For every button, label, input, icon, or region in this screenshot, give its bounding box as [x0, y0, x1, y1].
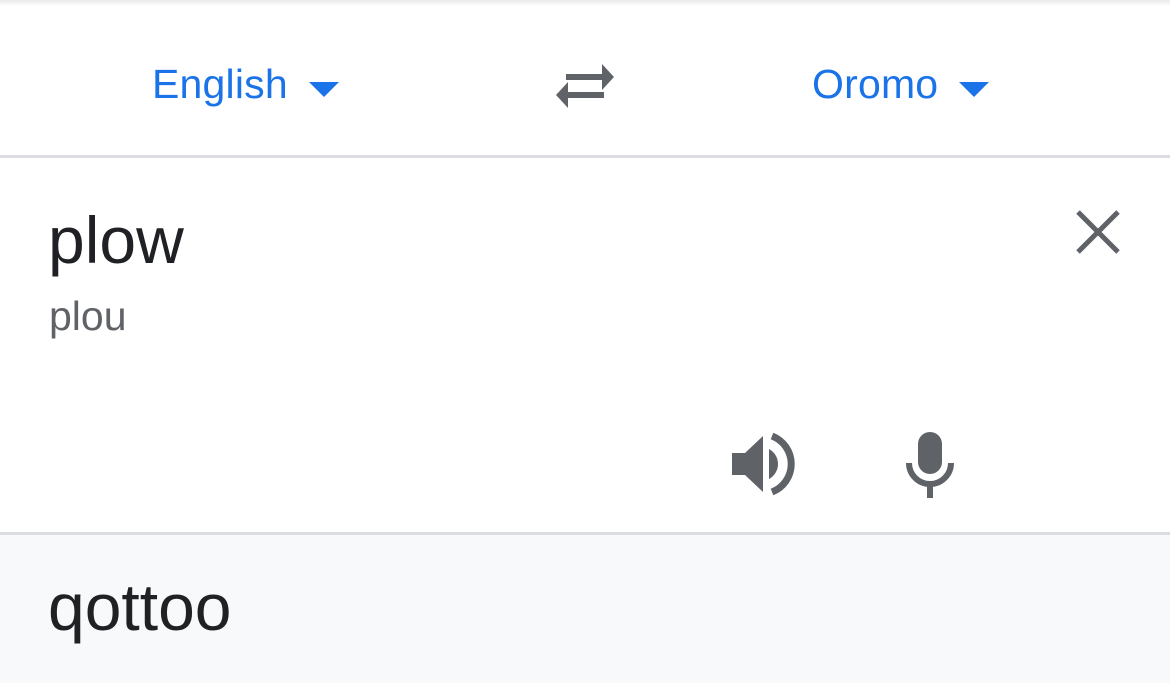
- swap-languages-button[interactable]: [552, 61, 618, 111]
- caret-down-icon: [959, 81, 990, 97]
- voice-input-button[interactable]: [903, 430, 957, 498]
- swap-arrows-icon: [556, 64, 614, 108]
- translation-result-area[interactable]: qottoo: [0, 535, 1170, 683]
- language-bar: English Oromo: [0, 6, 1170, 155]
- translation-result-text[interactable]: qottoo: [48, 569, 232, 645]
- source-transliteration: plou: [49, 293, 127, 339]
- source-input-area[interactable]: plow plou: [0, 158, 1170, 532]
- listen-button[interactable]: [727, 432, 797, 496]
- caret-down-icon: [308, 81, 339, 97]
- translate-app: English Oromo plow plou qottoo: [0, 0, 1170, 683]
- close-icon: [1076, 210, 1120, 254]
- target-language-label: Oromo: [812, 61, 939, 107]
- source-language-label: English: [152, 61, 288, 107]
- speaker-icon: [732, 432, 795, 496]
- source-text[interactable]: plow: [48, 202, 184, 278]
- target-language-selector[interactable]: Oromo: [812, 60, 990, 108]
- clear-input-button[interactable]: [1074, 208, 1122, 256]
- microphone-icon: [906, 432, 954, 498]
- source-language-selector[interactable]: English: [152, 60, 339, 108]
